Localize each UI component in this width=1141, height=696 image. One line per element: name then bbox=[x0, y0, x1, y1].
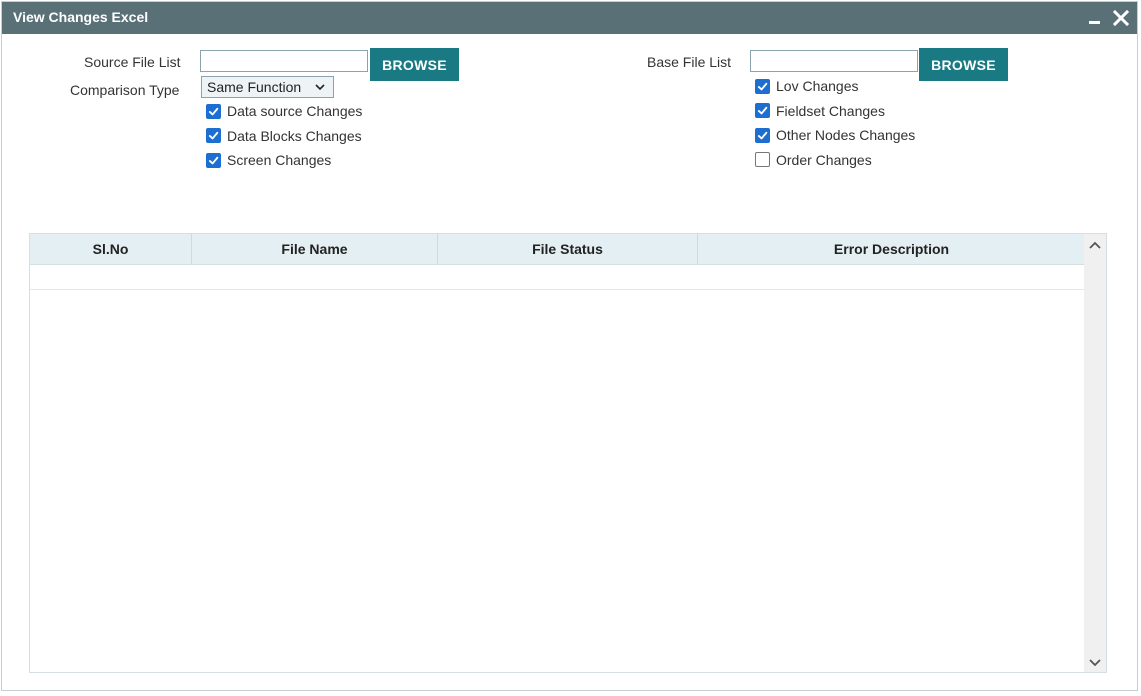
cb-data-blocks-changes-checkbox[interactable]: Data Blocks Changes bbox=[206, 128, 362, 144]
cb-order-changes-checkbox[interactable]: Order Changes bbox=[755, 152, 872, 168]
checkbox-label: Other Nodes Changes bbox=[776, 127, 916, 143]
results-table: Sl.No File Name File Status Error Descri… bbox=[29, 233, 1107, 673]
checkbox-label: Data Blocks Changes bbox=[227, 127, 362, 144]
cb-screen-changes-checkbox[interactable]: Screen Changes bbox=[206, 152, 331, 168]
view-changes-excel-window: View Changes Excel Source File List BROW… bbox=[1, 1, 1138, 691]
checkbox-empty-icon bbox=[755, 152, 770, 167]
close-icon bbox=[1112, 9, 1130, 27]
base-browse-button[interactable]: BROWSE bbox=[919, 48, 1008, 81]
comparison-type-select[interactable]: Same Function bbox=[201, 76, 334, 98]
cb-other-nodes-changes-checkbox[interactable]: Other Nodes Changes bbox=[755, 127, 915, 143]
table-row bbox=[30, 264, 1085, 290]
cb-data-source-changes-checkbox[interactable]: Data source Changes bbox=[206, 103, 362, 119]
source-browse-button[interactable]: BROWSE bbox=[370, 48, 459, 81]
checkbox-label: Screen Changes bbox=[227, 152, 332, 168]
checkmark-icon bbox=[755, 103, 770, 118]
base-file-label: Base File List bbox=[647, 54, 732, 70]
close-button[interactable] bbox=[1111, 8, 1131, 28]
column-header-slno[interactable]: Sl.No bbox=[30, 234, 192, 264]
comparison-type-value: Same Function bbox=[207, 79, 302, 95]
window-title: View Changes Excel bbox=[13, 9, 149, 25]
column-header-error-description[interactable]: Error Description bbox=[698, 234, 1085, 264]
chevron-up-icon bbox=[1089, 241, 1101, 249]
checkmark-icon bbox=[206, 152, 221, 168]
minimize-icon bbox=[1089, 21, 1100, 24]
title-bar: View Changes Excel bbox=[2, 2, 1137, 34]
column-header-file-name[interactable]: File Name bbox=[192, 234, 438, 264]
chevron-down-icon bbox=[315, 84, 325, 91]
checkbox-label: Data source Changes bbox=[227, 103, 363, 119]
base-file-input[interactable] bbox=[750, 50, 918, 72]
checkmark-icon bbox=[206, 128, 221, 143]
checkbox-label: Fieldset Changes bbox=[776, 102, 885, 119]
vertical-scrollbar[interactable] bbox=[1084, 234, 1106, 672]
scroll-up-button[interactable] bbox=[1087, 238, 1103, 254]
checkbox-label: Order Changes bbox=[776, 151, 872, 168]
checkmark-icon bbox=[755, 78, 770, 94]
cb-lov-changes-checkbox[interactable]: Lov Changes bbox=[755, 78, 859, 94]
cb-fieldset-changes-checkbox[interactable]: Fieldset Changes bbox=[755, 103, 885, 119]
checkbox-label: Lov Changes bbox=[776, 78, 859, 94]
minimize-button[interactable] bbox=[1085, 8, 1105, 28]
column-header-file-status[interactable]: File Status bbox=[438, 234, 698, 264]
table-header: Sl.No File Name File Status Error Descri… bbox=[30, 234, 1085, 265]
checkmark-icon bbox=[755, 127, 770, 143]
checkmark-icon bbox=[206, 103, 221, 119]
chevron-down-icon bbox=[1089, 659, 1101, 667]
comparison-type-label: Comparison Type bbox=[70, 82, 180, 98]
source-file-input[interactable] bbox=[200, 50, 368, 72]
source-file-label: Source File List bbox=[84, 54, 181, 70]
scroll-down-button[interactable] bbox=[1087, 654, 1103, 670]
